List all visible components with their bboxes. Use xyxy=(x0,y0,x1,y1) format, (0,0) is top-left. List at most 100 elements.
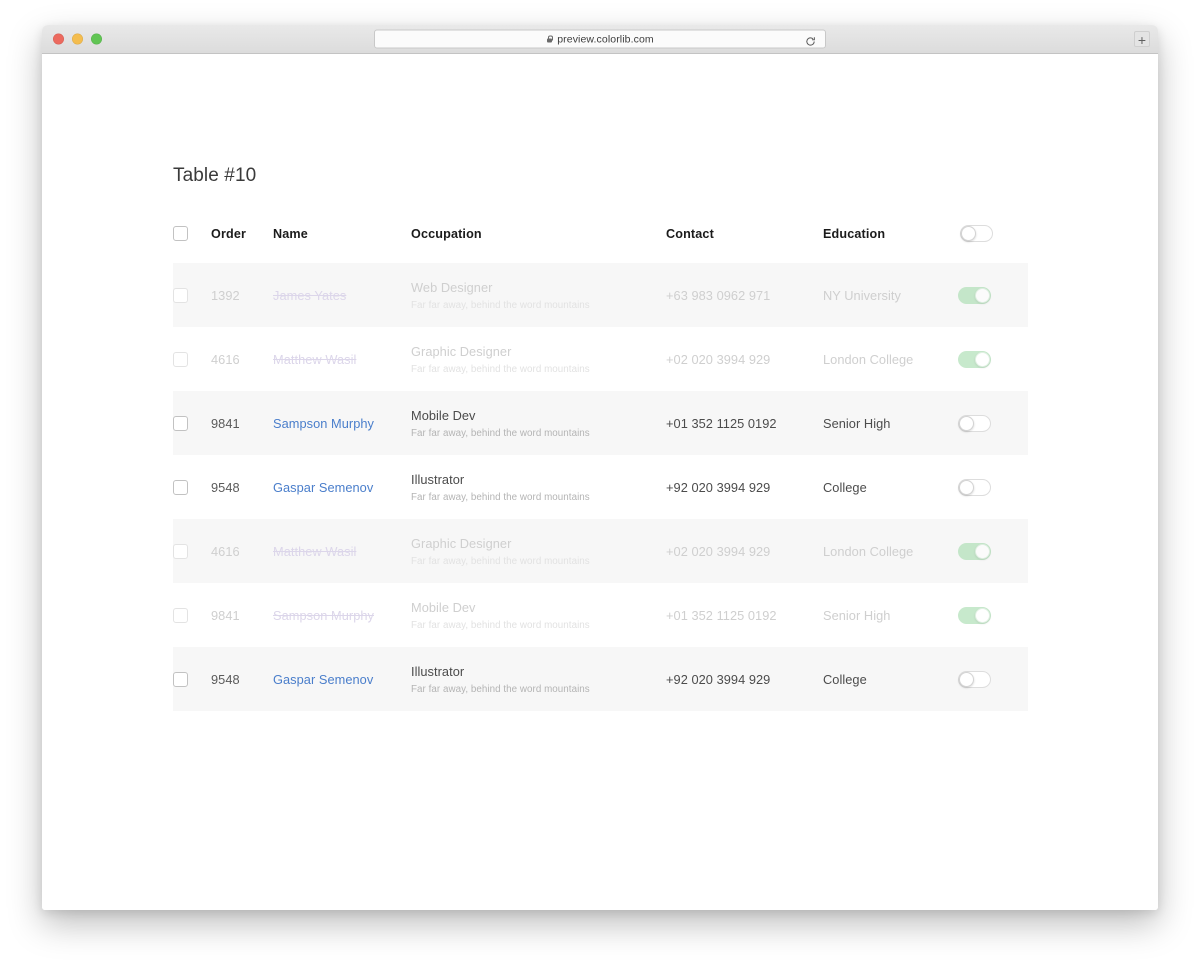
occupation-subtitle: Far far away, behind the word mountains xyxy=(411,620,590,632)
cell-toggle xyxy=(958,647,1028,711)
header-toggle-switch[interactable] xyxy=(960,225,993,242)
header-order[interactable]: Order xyxy=(211,225,273,263)
row-checkbox[interactable] xyxy=(173,480,188,496)
cell-occupation: Mobile Dev Far far away, behind the word … xyxy=(411,583,666,647)
table-row[interactable]: 4616 Matthew Wasil Graphic Designer Far far… xyxy=(173,327,1028,391)
row-checkbox[interactable] xyxy=(173,544,188,560)
name-link[interactable]: Matthew Wasil xyxy=(273,544,356,559)
row-toggle-switch[interactable] xyxy=(958,670,991,688)
close-window-button[interactable] xyxy=(53,33,64,45)
cell-education: College xyxy=(823,455,958,519)
cell-contact: +01 352 1125 0192 xyxy=(666,391,823,455)
cell-order: 1392 xyxy=(211,263,273,327)
table-body: 1392 James Yates Web Designer Far far away,… xyxy=(173,263,1028,711)
page-viewport: Table #10 Order Name Occupation Contact … xyxy=(42,54,1158,910)
cell-occupation: Illustrator Far far away, behind the word… xyxy=(411,647,666,711)
occupation-block: Web Designer Far far away, behind the wor… xyxy=(411,269,666,321)
contact-value: +01 352 1125 0192 xyxy=(666,607,777,623)
browser-window: preview.colorlib.com + Table #10 Order N… xyxy=(42,25,1158,910)
row-toggle-switch[interactable] xyxy=(958,478,991,496)
toggle-knob xyxy=(975,287,990,303)
row-toggle-switch[interactable] xyxy=(958,606,991,624)
address-bar-content: preview.colorlib.com xyxy=(546,33,654,45)
table-row[interactable]: 4616 Matthew Wasil Graphic Designer Far far… xyxy=(173,519,1028,583)
cell-occupation: Graphic Designer Far far away, behind the… xyxy=(411,519,666,583)
screenshot-root: preview.colorlib.com + Table #10 Order N… xyxy=(0,0,1200,972)
cell-toggle xyxy=(958,519,1028,583)
cell-occupation: Mobile Dev Far far away, behind the word … xyxy=(411,391,666,455)
row-checkbox[interactable] xyxy=(173,288,188,304)
table-row[interactable]: 9548 Gaspar Semenov Illustrator Far far awa… xyxy=(173,455,1028,519)
header-toggle-cell xyxy=(958,225,1028,263)
select-all-checkbox[interactable] xyxy=(173,226,188,242)
name-link[interactable]: Sampson Murphy xyxy=(273,608,374,623)
header-contact[interactable]: Contact xyxy=(666,225,823,263)
cell-education: London College xyxy=(823,519,958,583)
row-toggle-switch[interactable] xyxy=(958,286,991,304)
cell-name: James Yates xyxy=(273,263,411,327)
new-tab-button[interactable]: + xyxy=(1134,31,1150,48)
header-occupation[interactable]: Occupation xyxy=(411,225,666,263)
name-link[interactable]: James Yates xyxy=(273,288,346,303)
table-row[interactable]: 9841 Sampson Murphy Mobile Dev Far far away… xyxy=(173,583,1028,647)
table-row[interactable]: 9841 Sampson Murphy Mobile Dev Far far away… xyxy=(173,391,1028,455)
cell-education: NY University xyxy=(823,263,958,327)
maximize-window-button[interactable] xyxy=(91,33,102,45)
name-link[interactable]: Gaspar Semenov xyxy=(273,480,373,495)
occupation-title: Graphic Designer xyxy=(411,343,512,359)
header-education[interactable]: Education xyxy=(823,225,958,263)
row-checkbox-cell xyxy=(173,583,211,647)
reload-icon[interactable] xyxy=(805,34,816,46)
toggle-knob xyxy=(959,671,974,687)
table-row[interactable]: 9548 Gaspar Semenov Illustrator Far far awa… xyxy=(173,647,1028,711)
row-checkbox[interactable] xyxy=(173,416,188,432)
education-value: College xyxy=(823,479,867,495)
cell-order: 4616 xyxy=(211,519,273,583)
minimize-window-button[interactable] xyxy=(72,33,83,45)
order-value: 1392 xyxy=(211,287,240,303)
row-checkbox[interactable] xyxy=(173,352,188,368)
cell-order: 9841 xyxy=(211,391,273,455)
occupation-block: Mobile Dev Far far away, behind the word … xyxy=(411,589,666,641)
address-bar[interactable]: preview.colorlib.com xyxy=(374,29,826,49)
traffic-light-buttons xyxy=(53,33,102,45)
occupation-title: Web Designer xyxy=(411,279,493,295)
occupation-subtitle: Far far away, behind the word mountains xyxy=(411,684,590,696)
occupation-block: Graphic Designer Far far away, behind the… xyxy=(411,525,666,577)
education-value: London College xyxy=(823,543,914,559)
row-checkbox[interactable] xyxy=(173,608,188,624)
occupation-title: Mobile Dev xyxy=(411,599,476,615)
cell-toggle xyxy=(958,583,1028,647)
row-checkbox-cell xyxy=(173,519,211,583)
cell-occupation: Illustrator Far far away, behind the word… xyxy=(411,455,666,519)
cell-order: 9548 xyxy=(211,647,273,711)
toggle-knob xyxy=(975,607,990,623)
cell-name: Matthew Wasil xyxy=(273,519,411,583)
header-name[interactable]: Name xyxy=(273,225,411,263)
row-checkbox[interactable] xyxy=(173,672,188,688)
cell-toggle xyxy=(958,391,1028,455)
occupation-subtitle: Far far away, behind the word mountains xyxy=(411,300,590,312)
toggle-knob xyxy=(959,415,974,431)
row-toggle-switch[interactable] xyxy=(958,350,991,368)
contact-value: +92 020 3994 929 xyxy=(666,479,771,495)
cell-education: London College xyxy=(823,327,958,391)
row-toggle-switch[interactable] xyxy=(958,414,991,432)
row-checkbox-cell xyxy=(173,327,211,391)
name-link[interactable]: Gaspar Semenov xyxy=(273,672,373,687)
order-value: 9841 xyxy=(211,607,240,623)
cell-contact: +02 020 3994 929 xyxy=(666,327,823,391)
occupation-block: Mobile Dev Far far away, behind the word … xyxy=(411,397,666,449)
page-title: Table #10 xyxy=(173,165,257,186)
row-toggle-switch[interactable] xyxy=(958,542,991,560)
toggle-knob xyxy=(959,479,974,495)
toggle-knob xyxy=(975,543,990,559)
contact-value: +02 020 3994 929 xyxy=(666,351,771,367)
occupation-subtitle: Far far away, behind the word mountains xyxy=(411,556,590,568)
cell-order: 4616 xyxy=(211,327,273,391)
table-row[interactable]: 1392 James Yates Web Designer Far far away,… xyxy=(173,263,1028,327)
browser-titlebar: preview.colorlib.com + xyxy=(42,25,1158,54)
cell-education: College xyxy=(823,647,958,711)
name-link[interactable]: Sampson Murphy xyxy=(273,416,374,431)
name-link[interactable]: Matthew Wasil xyxy=(273,352,356,367)
